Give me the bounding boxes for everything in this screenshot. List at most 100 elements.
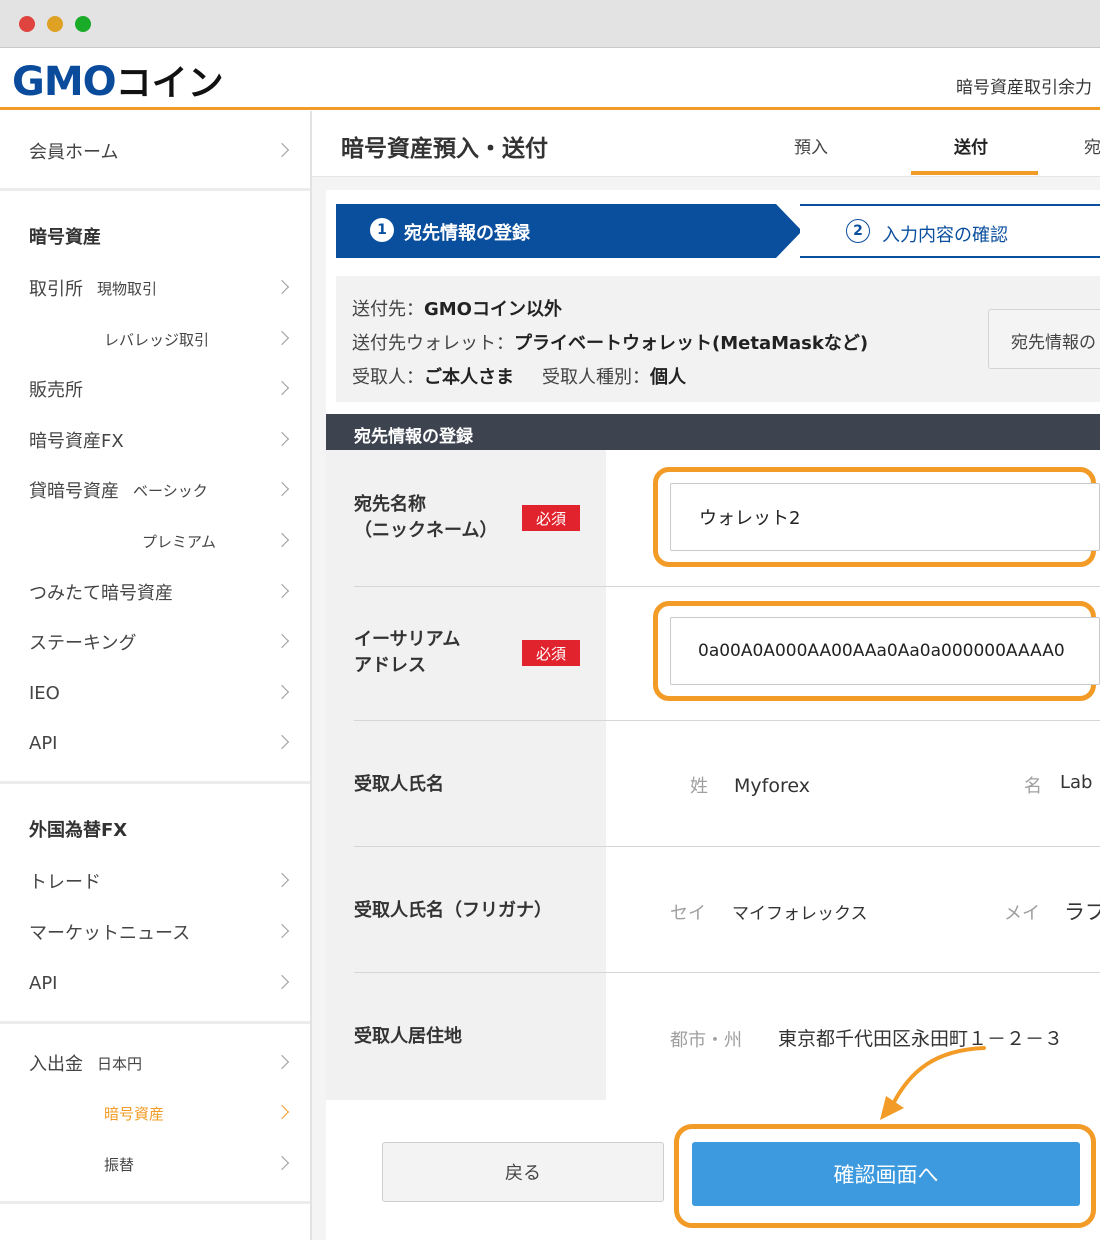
mei-label: メイ <box>1004 903 1040 924</box>
row-divider <box>354 972 1100 973</box>
nickname-label: 宛先名称 （ニックネーム） <box>354 492 497 544</box>
sidebar-item-label: 入出金 <box>29 1054 83 1075</box>
step-indicator-next: 2 入力内容の確認 <box>800 204 1100 258</box>
chevron-right-icon <box>274 330 290 346</box>
chevron-right-icon <box>274 583 290 599</box>
chevron-right-icon <box>274 734 290 750</box>
sidebar-item-label: プレミアム <box>142 532 216 551</box>
logo-kana: コイン <box>115 63 224 104</box>
tab-address-book[interactable]: 宛 <box>1084 133 1100 158</box>
sidebar-item-deposit-jpy[interactable]: 入出金 日本円 <box>29 1043 290 1083</box>
chevron-right-icon <box>274 923 290 939</box>
info-label: 送付先： <box>352 299 424 320</box>
sidebar-item-label: IEO <box>29 682 60 704</box>
required-badge: 必須 <box>522 640 580 666</box>
crypto-trading-capacity-link[interactable]: 暗号資産取引余力 <box>956 73 1092 98</box>
step-label: 宛先情報の登録 <box>404 223 530 244</box>
sidebar-item-tsumitate[interactable]: つみたて暗号資産 <box>29 572 290 612</box>
sidebar-item-label: つみたて暗号資産 <box>29 583 173 604</box>
sidebar-item-label: 会員ホーム <box>29 142 119 163</box>
sidebar-item-sublabel: 現物取引 <box>97 279 158 298</box>
sidebar-item-trade[interactable]: トレード <box>29 861 290 901</box>
sidebar-item-label: 販売所 <box>29 380 83 401</box>
info-label: 受取人： <box>352 367 424 388</box>
sidebar-divider <box>0 1021 310 1024</box>
sidebar-item-ieo[interactable]: IEO <box>29 673 290 713</box>
close-window-button[interactable] <box>19 16 35 32</box>
minimize-window-button[interactable] <box>47 16 63 32</box>
sidebar-item-lending-premium[interactable]: プレミアム <box>142 521 290 561</box>
sidebar-item-sales[interactable]: 販売所 <box>29 369 290 409</box>
page-title: 暗号資産預入・送付 <box>341 136 548 162</box>
city-label: 都市・州 <box>670 1030 742 1051</box>
info-value: 個人 <box>650 367 686 388</box>
sidebar-item-api-fx[interactable]: API <box>29 963 290 1003</box>
row-divider <box>354 846 1100 847</box>
tab-deposit[interactable]: 預入 <box>794 133 828 158</box>
sidebar-item-api-crypto[interactable]: API <box>29 723 290 763</box>
sei-value: マイフォレックス <box>732 904 868 924</box>
sidebar-item-member-home[interactable]: 会員ホーム <box>29 131 290 171</box>
info-label: 送付先ウォレット： <box>352 333 514 354</box>
maximize-window-button[interactable] <box>75 16 91 32</box>
first-name-value: Lab <box>1060 772 1093 793</box>
sidebar-item-label: マーケットニュース <box>29 923 191 944</box>
sidebar-item-label: API <box>29 732 58 754</box>
chevron-right-icon <box>274 684 290 700</box>
sidebar-item-market-news[interactable]: マーケットニュース <box>29 912 290 952</box>
sidebar-nav: 会員ホーム 暗号資産 取引所 現物取引 レバレッジ取引 販売所 暗号資産FX 貸暗… <box>0 111 312 1240</box>
sidebar-item-exchange-leverage[interactable]: レバレッジ取引 <box>104 319 290 359</box>
sidebar-item-label: 暗号資産 <box>104 1104 165 1123</box>
info-value: ご本人さま <box>424 367 514 388</box>
sidebar-item-staking[interactable]: ステーキング <box>29 622 290 662</box>
chevron-right-icon <box>274 431 290 447</box>
sidebar-item-label: ステーキング <box>29 633 137 654</box>
info-value: GMOコイン以外 <box>424 299 562 320</box>
label-line: 宛先名称 <box>354 494 426 515</box>
wallet-line: 送付先ウォレット：プライベートウォレット(MetaMaskなど) <box>352 329 868 355</box>
sidebar-item-label: 振替 <box>104 1155 135 1174</box>
row-divider <box>354 586 1100 587</box>
curved-arrow-icon <box>880 1046 986 1120</box>
sidebar-item-label: レバレッジ取引 <box>104 330 210 349</box>
step-indicator-current: 1 宛先情報の登録 <box>336 204 802 258</box>
nickname-input[interactable]: ウォレット2 <box>670 483 1100 551</box>
label-line: アドレス <box>354 655 426 676</box>
ethereum-address-label: イーサリアム アドレス <box>354 627 460 679</box>
sei-label: セイ <box>670 903 706 924</box>
chevron-right-icon <box>274 279 290 295</box>
sidebar-item-deposit-crypto[interactable]: 暗号資産 <box>104 1093 290 1133</box>
tab-send[interactable]: 送付 <box>954 133 988 158</box>
confirm-button[interactable]: 確認画面へ <box>692 1142 1080 1206</box>
page-topbar: 暗号資産預入・送付 預入 送付 宛 <box>312 111 1100 177</box>
main-content: 暗号資産預入・送付 預入 送付 宛 1 宛先情報の登録 2 入力内容の確認 送付… <box>312 111 1100 1240</box>
sidebar-item-transfer[interactable]: 振替 <box>104 1144 290 1184</box>
row-divider <box>354 720 1100 721</box>
active-tab-indicator <box>911 171 1038 175</box>
chevron-right-icon <box>274 532 290 548</box>
chevron-right-icon <box>274 1104 290 1120</box>
sidebar-item-exchange-spot[interactable]: 取引所 現物取引 <box>29 268 290 308</box>
edit-destination-button[interactable]: 宛先情報の <box>988 309 1100 369</box>
sidebar-heading-crypto: 暗号資産 <box>29 227 101 248</box>
form-section-header: 宛先情報の登録 <box>326 414 1100 450</box>
required-badge: 必須 <box>522 505 580 531</box>
recipient-residence-label: 受取人居住地 <box>354 1026 462 1047</box>
ethereum-address-input[interactable]: 0a00A0A000AA00AAa0Aa0a000000AAAA0 <box>670 617 1100 685</box>
sidebar-item-crypto-fx[interactable]: 暗号資産FX <box>29 420 290 460</box>
sidebar-divider <box>0 1201 310 1204</box>
gmo-coin-logo[interactable]: GMOコイン <box>12 54 224 106</box>
info-value: プライベートウォレット(MetaMaskなど) <box>514 333 869 354</box>
chevron-right-icon <box>274 380 290 396</box>
sidebar-item-lending-basic[interactable]: 貸暗号資産 ベーシック <box>29 470 290 510</box>
last-name-label: 姓 <box>690 776 708 797</box>
chevron-right-icon <box>274 974 290 990</box>
sidebar-item-label: トレード <box>29 872 101 893</box>
back-button[interactable]: 戻る <box>382 1142 664 1202</box>
recipient-line: 受取人：ご本人さま 受取人種別：個人 <box>352 363 686 389</box>
logo-latin: GMO <box>12 59 117 105</box>
mei-value: ラブ <box>1064 900 1100 924</box>
info-label: 受取人種別： <box>542 367 650 388</box>
sidebar-item-label: 貸暗号資産 <box>29 481 119 502</box>
window-titlebar <box>0 0 1100 48</box>
